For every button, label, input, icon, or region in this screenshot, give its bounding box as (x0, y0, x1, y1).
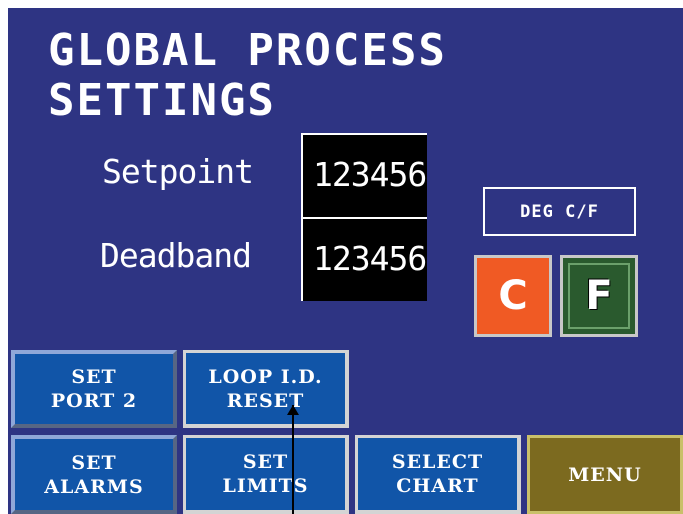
loop-id-reset-button[interactable]: LOOP I.D. RESET (183, 350, 349, 428)
mouse-pointer-icon (287, 405, 299, 514)
select-chart-button[interactable]: SELECT CHART (355, 435, 521, 514)
setpoint-label: Setpoint (102, 152, 254, 191)
celsius-label: C (498, 273, 528, 319)
deg-cf-label: DEG C/F (483, 187, 636, 236)
deadband-label: Deadband (100, 236, 252, 275)
fahrenheit-button[interactable]: F (560, 255, 638, 337)
page-title: GLOBAL PROCESS SETTINGS (48, 25, 447, 126)
set-port-2-button[interactable]: SET PORT 2 (11, 350, 177, 428)
menu-button[interactable]: MENU (527, 435, 683, 514)
deadband-value[interactable]: 123456 (301, 217, 427, 301)
set-alarms-button[interactable]: SET ALARMS (11, 435, 177, 514)
set-limits-button[interactable]: SET LIMITS (183, 435, 349, 514)
setpoint-value[interactable]: 123456 (301, 133, 427, 217)
celsius-button[interactable]: C (474, 255, 552, 337)
fahrenheit-label: F (585, 273, 613, 319)
